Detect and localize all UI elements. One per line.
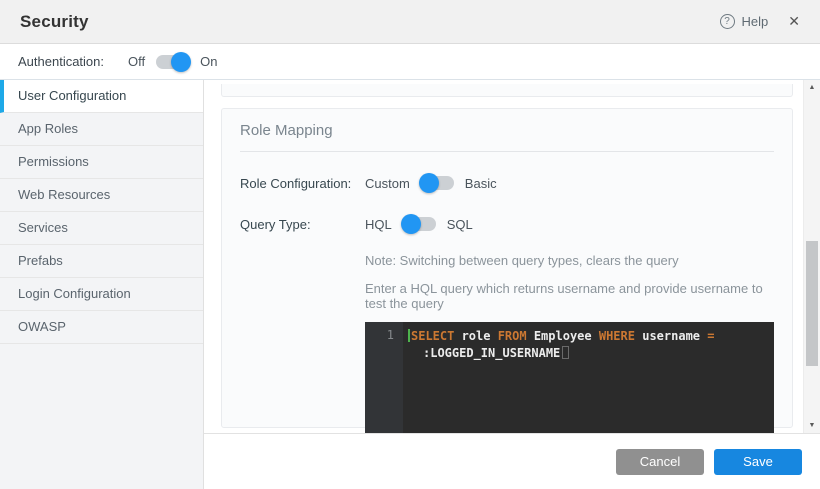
sidebar-item-services[interactable]: Services — [0, 212, 203, 245]
help-button[interactable]: ? Help — [720, 14, 769, 29]
block-cursor — [562, 346, 569, 359]
editor-line-number: 1 — [365, 322, 403, 433]
code-token: SELECT — [411, 329, 462, 343]
authentication-bar: Authentication: Off On — [0, 44, 820, 80]
code-line-1-wrap: :LOGGED_IN_USERNAME — [408, 345, 768, 362]
toggle-knob — [419, 173, 439, 193]
editor-code-area[interactable]: SELECT role FROM Employee WHERE username… — [403, 322, 774, 433]
sidebar-item-owasp[interactable]: OWASP — [0, 311, 203, 344]
query-type-note: Note: Switching between query types, cle… — [365, 253, 774, 268]
query-type-sql-label: SQL — [447, 217, 473, 232]
authentication-toggle[interactable] — [156, 55, 189, 69]
code-token: role — [462, 329, 498, 343]
sidebar-item-web-resources[interactable]: Web Resources — [0, 179, 203, 212]
section-title: Role Mapping — [240, 122, 774, 139]
role-configuration-basic-label: Basic — [465, 176, 497, 191]
code-token: WHERE — [599, 329, 642, 343]
query-editor-description: Enter a HQL query which returns username… — [365, 281, 774, 311]
role-configuration-label: Role Configuration: — [240, 176, 365, 191]
code-token: :LOGGED_IN_USERNAME — [423, 346, 560, 360]
authentication-off-label: Off — [128, 54, 145, 69]
code-token: username — [642, 329, 707, 343]
query-type-label: Query Type: — [240, 217, 365, 232]
action-footer: Cancel Save — [204, 433, 820, 489]
vertical-scrollbar[interactable]: ▲ ▼ — [803, 80, 820, 433]
sidebar-item-prefabs[interactable]: Prefabs — [0, 245, 203, 278]
text-caret — [408, 329, 410, 342]
query-code-editor[interactable]: 1 SELECT role FROM Employee WHERE userna… — [365, 322, 774, 433]
cancel-button[interactable]: Cancel — [616, 449, 704, 475]
code-token: Employee — [534, 329, 599, 343]
role-configuration-custom-label: Custom — [365, 176, 410, 191]
close-icon[interactable]: ✕ — [788, 13, 800, 30]
authentication-label: Authentication: — [18, 54, 104, 69]
window-header: Security ? Help ✕ — [0, 0, 820, 44]
scroll-up-arrow[interactable]: ▲ — [804, 80, 820, 95]
code-line-1: SELECT role FROM Employee WHERE username… — [408, 328, 768, 345]
scroll-down-arrow[interactable]: ▼ — [804, 418, 820, 433]
sidebar-item-app-roles[interactable]: App Roles — [0, 113, 203, 146]
toggle-knob — [171, 52, 191, 72]
help-label: Help — [742, 14, 769, 29]
role-configuration-toggle[interactable] — [421, 176, 454, 190]
toggle-knob — [401, 214, 421, 234]
role-configuration-row: Role Configuration: Custom Basic — [240, 173, 774, 193]
code-token: = — [707, 329, 714, 343]
save-button[interactable]: Save — [714, 449, 802, 475]
settings-scroll-area: Role Mapping Role Configuration: Custom … — [204, 80, 820, 433]
query-type-hql-label: HQL — [365, 217, 392, 232]
sidebar-item-permissions[interactable]: Permissions — [0, 146, 203, 179]
query-type-toggle[interactable] — [403, 217, 436, 231]
authentication-on-label: On — [200, 54, 217, 69]
help-icon: ? — [720, 14, 735, 29]
sidebar-item-user-configuration[interactable]: User Configuration — [0, 80, 203, 113]
section-divider — [240, 151, 774, 152]
previous-section-card-partial — [221, 84, 793, 97]
sidebar-item-login-configuration[interactable]: Login Configuration — [0, 278, 203, 311]
scrollbar-thumb[interactable] — [806, 241, 818, 366]
sidebar: User Configuration App Roles Permissions… — [0, 80, 204, 489]
query-type-row: Query Type: HQL SQL — [240, 214, 774, 234]
page-title: Security — [20, 12, 89, 32]
role-mapping-card: Role Mapping Role Configuration: Custom … — [221, 108, 793, 428]
code-token: FROM — [498, 329, 534, 343]
